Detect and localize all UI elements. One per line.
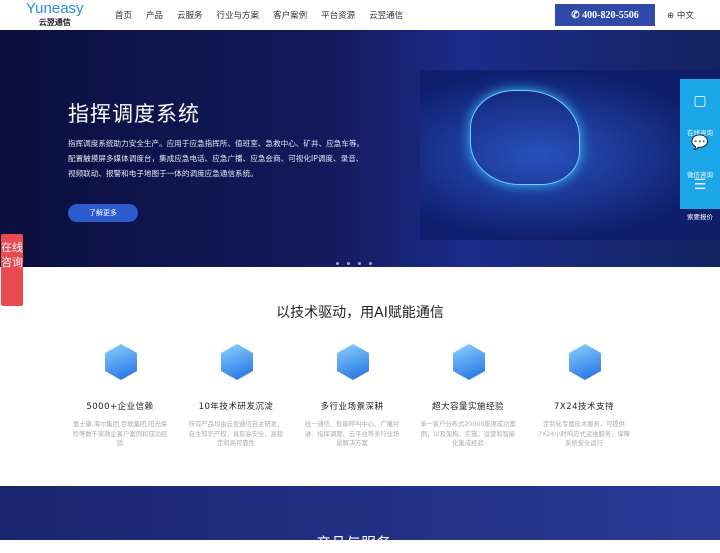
nav-cloud[interactable]: 云服务 bbox=[177, 9, 203, 21]
carousel-dots bbox=[336, 262, 372, 265]
online-consult-tab[interactable]: 在线咨询 bbox=[1, 234, 23, 306]
chat-bubble-icon: ▢ bbox=[680, 85, 720, 125]
carousel-dot[interactable] bbox=[336, 262, 339, 265]
products-section: 产品与服务 bbox=[0, 486, 720, 552]
hero-description: 指挥调度系统助力安全生产。应用于应急指挥所、值班室、急救中心、矿井、应急车等。配… bbox=[68, 139, 365, 178]
nav-cases[interactable]: 客户案例 bbox=[273, 9, 307, 21]
learn-more-button[interactable]: 了解更多 bbox=[68, 204, 138, 222]
nav-about[interactable]: 云翌通信 bbox=[369, 9, 403, 21]
feature-item: 超大容量实施经验 单一客户分布式20000座席成功案例，以及架构、实施、运营和智能… bbox=[410, 338, 526, 449]
feature-item: 5000+企业信赖 富士康,海尔集团,百联集团,阳光保险等数千家政企客户案例和成功… bbox=[62, 338, 178, 449]
hero-title: 指挥调度系统 bbox=[68, 102, 200, 126]
triangle-icon bbox=[211, 338, 261, 390]
features: 5000+企业信赖 富士康,海尔集团,百联集团,阳光保险等数千家政企客户案例和成功… bbox=[62, 338, 642, 449]
language-switch[interactable]: ⊕ 中文 bbox=[667, 9, 694, 21]
carousel-dot[interactable] bbox=[369, 262, 372, 265]
feature-item: 多行业场景深耕 统一通信、智能呼叫中心、广播对讲、指挥调度、云平台等多行业场景解决… bbox=[294, 338, 410, 449]
user-list-icon: ☰ bbox=[680, 169, 720, 209]
wechat-icon: 💬 bbox=[680, 127, 720, 167]
globe-icon: ⊕ bbox=[667, 11, 677, 21]
support-icon bbox=[559, 338, 609, 390]
main-nav: 首页 产品 云服务 行业与方案 客户案例 平台资源 云翌通信 bbox=[115, 9, 403, 21]
online-consult-button[interactable]: ▢在线咨询 bbox=[680, 79, 720, 137]
feature-item: 10年技术研发沉淀 所有产品均由云翌通信自主研发，自主知识产权，具有高安全、高稳定… bbox=[178, 338, 294, 449]
carousel-dot[interactable] bbox=[347, 262, 350, 265]
nav-products[interactable]: 产品 bbox=[146, 9, 163, 21]
side-toolbar: ▢在线咨询 💬微信咨询 ☰索要报价 bbox=[680, 79, 720, 221]
map-graphic bbox=[470, 90, 580, 185]
nav-solutions[interactable]: 行业与方案 bbox=[217, 9, 260, 21]
hero-banner: 指挥调度系统 指挥调度系统助力安全生产。应用于应急指挥所、值班室、急救中心、矿井… bbox=[0, 30, 720, 267]
section-title: 以技术驱动，用AI赋能通信 bbox=[276, 305, 444, 321]
header: Yuneasy 云翌通信 首页 产品 云服务 行业与方案 客户案例 平台资源 云翌… bbox=[0, 0, 720, 30]
hexagon-icon bbox=[443, 338, 493, 390]
layers-icon bbox=[327, 338, 377, 390]
cube-icon bbox=[95, 338, 145, 390]
feature-item: 7X24技术支持 定制化专属技术服务，可提供7X24小时响应式运维服务，保障系统安… bbox=[526, 338, 642, 449]
products-title: 产品与服务 bbox=[316, 534, 392, 552]
phone-button[interactable]: ✆ 400-820-5506 bbox=[555, 4, 655, 26]
nav-resources[interactable]: 平台资源 bbox=[321, 9, 355, 21]
nav-home[interactable]: 首页 bbox=[115, 9, 132, 21]
logo[interactable]: Yuneasy 云翌通信 bbox=[26, 1, 84, 28]
carousel-dot[interactable] bbox=[358, 262, 361, 265]
phone-icon: ✆ bbox=[571, 9, 583, 21]
